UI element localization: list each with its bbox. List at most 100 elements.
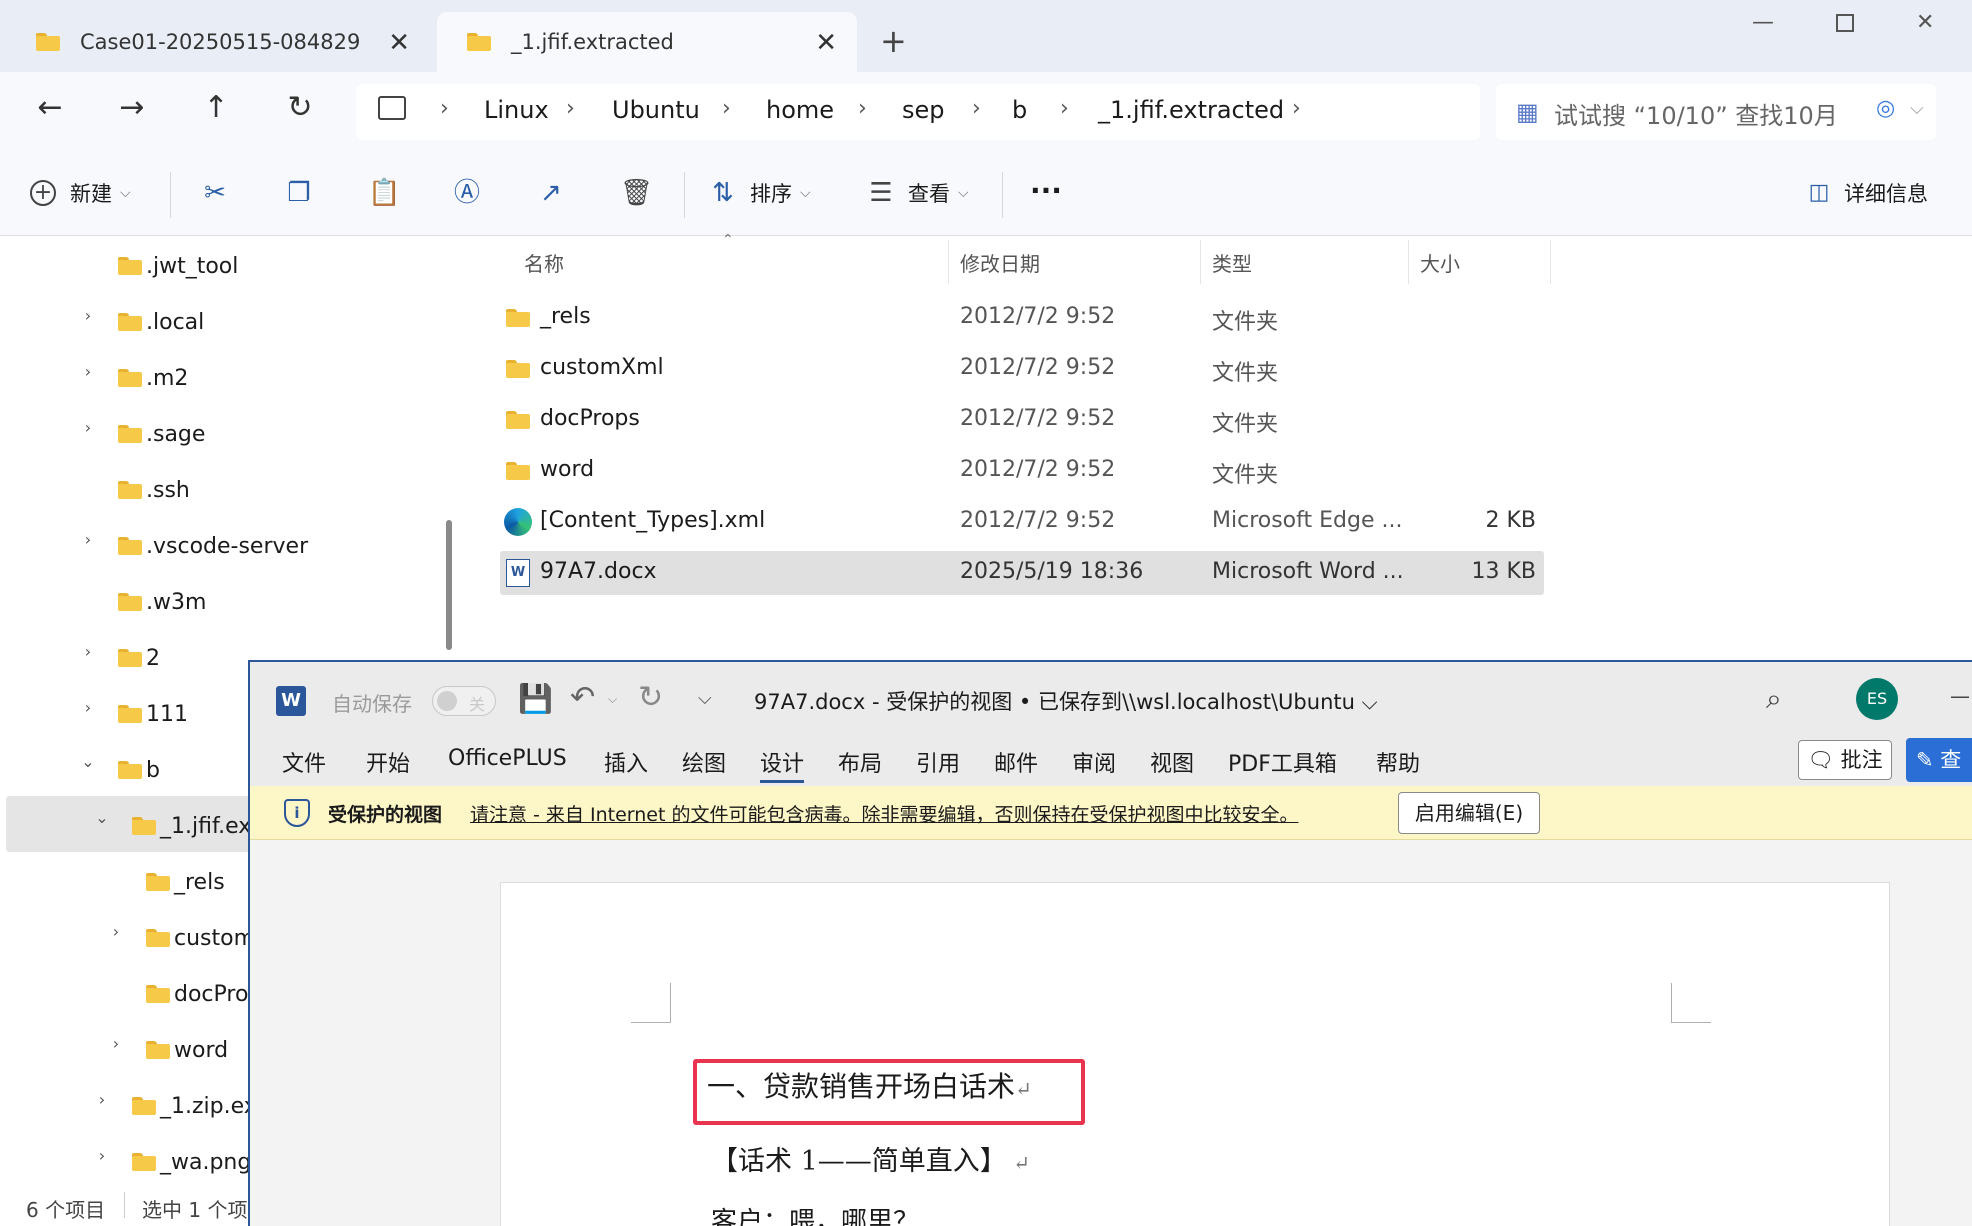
protected-view-message[interactable]: 请注意 - 来自 Internet 的文件可能包含病毒。除非需要编辑，否则保持在…	[470, 800, 1298, 827]
chevron-right-icon[interactable]: ›	[78, 530, 98, 549]
customize-toolbar-icon[interactable]: ⌵	[698, 688, 712, 709]
search-box[interactable]: ▦ 试试搜 “10/10” 查找10月 ◎ ⌵	[1496, 84, 1936, 140]
chevron-down-icon[interactable]: ⌵	[1910, 98, 1924, 119]
delete-button[interactable]: 🗑	[620, 178, 653, 208]
tree-item-m2[interactable]: .m2	[118, 358, 188, 398]
column-name[interactable]: 名称	[524, 248, 564, 277]
tree-scrollbar[interactable]	[446, 520, 452, 650]
new-button[interactable]: + 新建 ⌵	[30, 178, 131, 208]
tree-item-ssh[interactable]: .ssh	[118, 470, 190, 510]
editing-button[interactable]: ✎ 查	[1906, 738, 1972, 782]
tab-mailings[interactable]: 邮件	[994, 746, 1038, 778]
file-row-97a7-docx[interactable]: W 97A7.docx 2025/5/19 18:36 Microsoft Wo…	[500, 551, 1544, 595]
document-heading[interactable]: 一、贷款销售开场白话术↵	[707, 1065, 1032, 1105]
comments-button[interactable]: 🗨 批注	[1798, 740, 1892, 780]
tab-case01[interactable]: Case01-20250515-084829 ✕	[6, 12, 430, 72]
chevron-right-icon[interactable]: ›	[78, 642, 98, 661]
details-pane-button[interactable]: ◫ 详细信息	[1804, 178, 1928, 208]
document-line[interactable]: 【话术 1——简单直入】 ↵	[711, 1139, 1030, 1178]
tree-item-2[interactable]: 2	[118, 638, 160, 678]
tree-item-customxml[interactable]: custom	[146, 918, 255, 958]
breadcrumb-sep[interactable]: sep	[902, 96, 945, 124]
file-row-customxml[interactable]: customXml 2012/7/2 9:52 文件夹	[500, 347, 1544, 391]
column-type[interactable]: 类型	[1212, 248, 1252, 277]
chevron-right-icon[interactable]: ›	[106, 922, 126, 941]
copilot-icon[interactable]: ◎	[1876, 96, 1895, 121]
tab-insert[interactable]: 插入	[604, 746, 648, 778]
tab-officeplus[interactable]: OfficePLUS	[448, 746, 567, 771]
more-options-button[interactable]: ···	[1030, 174, 1062, 207]
tab-pdf-tools[interactable]: PDF工具箱	[1228, 746, 1337, 778]
tab-view[interactable]: 视图	[1150, 746, 1194, 778]
column-divider[interactable]	[1200, 240, 1201, 284]
redo-icon[interactable]: ↻	[638, 680, 663, 715]
tree-item-vscode-server[interactable]: .vscode-server	[118, 526, 308, 566]
tree-item-sage[interactable]: .sage	[118, 414, 205, 454]
minimize-icon[interactable]: —	[1950, 684, 1970, 708]
breadcrumb-b[interactable]: b	[1012, 96, 1027, 124]
file-row-content-types[interactable]: [Content_Types].xml 2012/7/2 9:52 Micros…	[500, 500, 1544, 544]
search-input[interactable]: 试试搜 “10/10” 查找10月	[1554, 96, 1844, 131]
chevron-right-icon[interactable]: ›	[78, 418, 98, 437]
breadcrumb-home[interactable]: home	[766, 96, 834, 124]
file-row-docprops[interactable]: docProps 2012/7/2 9:52 文件夹	[500, 398, 1544, 442]
tab-draw[interactable]: 绘图	[682, 746, 726, 778]
tree-item-w3m[interactable]: .w3m	[118, 582, 206, 622]
avatar[interactable]: ES	[1856, 678, 1898, 720]
tree-item-word[interactable]: word	[146, 1030, 228, 1070]
file-row-word[interactable]: word 2012/7/2 9:52 文件夹	[500, 449, 1544, 493]
forward-arrow-icon[interactable]: →	[112, 90, 152, 125]
tab-home[interactable]: 开始	[366, 746, 410, 778]
share-button[interactable]: ↗	[536, 178, 566, 208]
tree-item-wa-png[interactable]: _wa.png	[132, 1142, 251, 1182]
undo-icon[interactable]: ↶	[570, 680, 595, 715]
breadcrumb-extracted[interactable]: _1.jfif.extracted	[1098, 96, 1284, 124]
paste-button[interactable]: 📋	[368, 178, 400, 208]
minimize-icon[interactable]: —	[1752, 10, 1774, 35]
tree-item-jfif-extracted[interactable]: _1.jfif.ex	[132, 806, 251, 846]
tab-review[interactable]: 审阅	[1072, 746, 1116, 778]
rename-button[interactable]: Ⓐ	[452, 178, 482, 208]
close-tab-icon[interactable]: ✕	[815, 28, 837, 58]
column-divider[interactable]	[1408, 240, 1409, 284]
back-arrow-icon[interactable]: ←	[30, 90, 70, 125]
chevron-right-icon[interactable]: ›	[78, 698, 98, 717]
tree-item-b[interactable]: b	[118, 750, 160, 790]
autosave-toggle[interactable]: 关	[432, 686, 496, 716]
cut-button[interactable]: ✂	[200, 178, 230, 208]
tree-item-jwt-tool[interactable]: .jwt_tool	[118, 246, 238, 286]
new-tab-icon[interactable]: +	[880, 22, 907, 60]
chevron-right-icon[interactable]: ›	[92, 1146, 112, 1165]
breadcrumb-ubuntu[interactable]: Ubuntu	[612, 96, 700, 124]
chevron-right-icon[interactable]: ›	[106, 1034, 126, 1053]
word-window[interactable]: W 自动保存 关 💾 ↶ ⌵ ↻ ⌵ 97A7.docx - 受保护的视图 • …	[248, 660, 1972, 1226]
up-arrow-icon[interactable]: ↑	[196, 90, 236, 125]
document-title[interactable]: 97A7.docx - 受保护的视图 • 已保存到\\wsl.localhost…	[754, 686, 1378, 716]
file-row-rels[interactable]: _rels 2012/7/2 9:52 文件夹	[500, 296, 1544, 340]
enable-editing-button[interactable]: 启用编辑(E)	[1398, 792, 1540, 834]
tree-item-111[interactable]: 111	[118, 694, 188, 734]
view-button[interactable]: ☰ 查看 ⌵	[866, 178, 968, 208]
tab-layout[interactable]: 布局	[838, 746, 882, 778]
tree-item-rels[interactable]: _rels	[146, 862, 225, 902]
tree-item-docprops[interactable]: docPro	[146, 974, 248, 1014]
tab-extracted[interactable]: _1.jfif.extracted ✕	[437, 12, 857, 72]
save-icon[interactable]: 💾	[518, 682, 553, 715]
column-date[interactable]: 修改日期	[960, 248, 1040, 277]
close-tab-icon[interactable]: ✕	[388, 28, 410, 58]
tab-references[interactable]: 引用	[916, 746, 960, 778]
tree-item-local[interactable]: .local	[118, 302, 204, 342]
chevron-right-icon[interactable]: ›	[78, 306, 98, 325]
search-icon[interactable]: ⌕	[1766, 682, 1782, 716]
chevron-down-icon[interactable]: ⌵	[608, 692, 617, 707]
tree-item-zip-extracted[interactable]: _1.zip.ex	[132, 1086, 257, 1126]
tab-help[interactable]: 帮助	[1376, 746, 1420, 778]
column-size[interactable]: 大小	[1420, 248, 1460, 277]
column-divider[interactable]	[1550, 240, 1551, 284]
chevron-down-icon[interactable]: ⌄	[78, 752, 98, 771]
chevron-down-icon[interactable]: ⌄	[92, 808, 112, 827]
address-bar[interactable]: › Linux › Ubuntu › home › sep › b › _1.j…	[356, 84, 1480, 140]
document-line[interactable]: 客户：喂，哪里？	[711, 1201, 919, 1226]
chevron-right-icon[interactable]: ›	[92, 1090, 112, 1109]
chevron-right-icon[interactable]: ›	[78, 362, 98, 381]
